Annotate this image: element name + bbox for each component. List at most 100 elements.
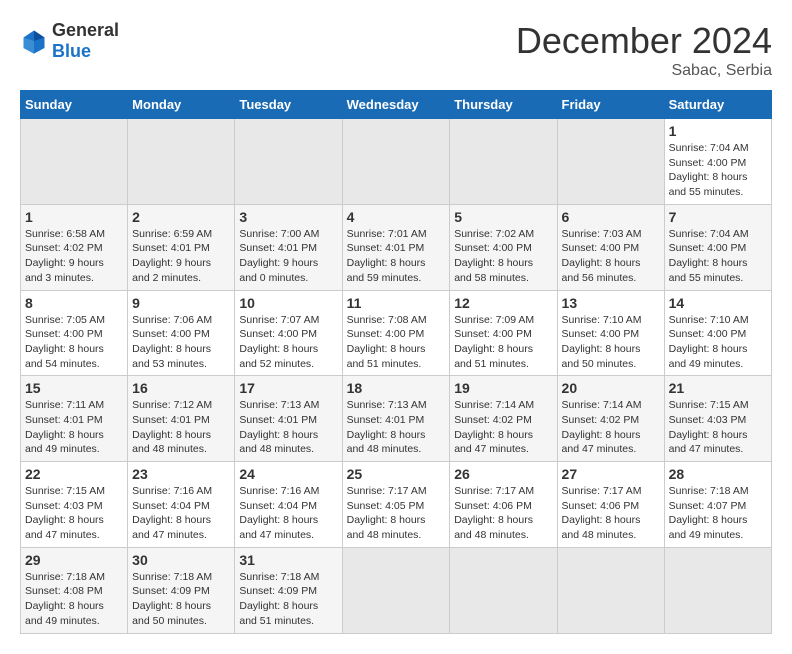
day-info: Sunrise: 7:17 AMSunset: 4:05 PMDaylight:…	[347, 484, 446, 543]
calendar-cell: 5 Sunrise: 7:02 AMSunset: 4:00 PMDayligh…	[450, 204, 557, 290]
day-number: 27	[562, 466, 660, 482]
day-info: Sunrise: 6:59 AMSunset: 4:01 PMDaylight:…	[132, 227, 230, 286]
day-number: 20	[562, 380, 660, 396]
weekday-header-friday: Friday	[557, 91, 664, 119]
weekday-header-sunday: Sunday	[21, 91, 128, 119]
day-info: Sunrise: 7:01 AMSunset: 4:01 PMDaylight:…	[347, 227, 446, 286]
calendar-week-1: 1 Sunrise: 7:04 AMSunset: 4:00 PMDayligh…	[21, 119, 772, 205]
day-number: 14	[669, 295, 767, 311]
weekday-header-row: SundayMondayTuesdayWednesdayThursdayFrid…	[21, 91, 772, 119]
calendar-cell: 21 Sunrise: 7:15 AMSunset: 4:03 PMDaylig…	[664, 376, 771, 462]
day-number: 30	[132, 552, 230, 568]
day-info: Sunrise: 7:02 AMSunset: 4:00 PMDaylight:…	[454, 227, 552, 286]
calendar-cell: 7 Sunrise: 7:04 AMSunset: 4:00 PMDayligh…	[664, 204, 771, 290]
day-info: Sunrise: 7:10 AMSunset: 4:00 PMDaylight:…	[669, 313, 767, 372]
calendar-cell: 13 Sunrise: 7:10 AMSunset: 4:00 PMDaylig…	[557, 290, 664, 376]
logo: General Blue	[20, 20, 119, 62]
calendar-cell: 9 Sunrise: 7:06 AMSunset: 4:00 PMDayligh…	[128, 290, 235, 376]
calendar-cell: 11 Sunrise: 7:08 AMSunset: 4:00 PMDaylig…	[342, 290, 450, 376]
calendar-cell: 3 Sunrise: 7:00 AMSunset: 4:01 PMDayligh…	[235, 204, 342, 290]
day-number: 3	[239, 209, 337, 225]
weekday-header-tuesday: Tuesday	[235, 91, 342, 119]
calendar-week-3: 8 Sunrise: 7:05 AMSunset: 4:00 PMDayligh…	[21, 290, 772, 376]
day-number: 8	[25, 295, 123, 311]
day-info: Sunrise: 7:09 AMSunset: 4:00 PMDaylight:…	[454, 313, 552, 372]
calendar-cell: 23 Sunrise: 7:16 AMSunset: 4:04 PMDaylig…	[128, 462, 235, 548]
day-info: Sunrise: 7:13 AMSunset: 4:01 PMDaylight:…	[347, 398, 446, 457]
calendar-cell: 17 Sunrise: 7:13 AMSunset: 4:01 PMDaylig…	[235, 376, 342, 462]
day-info: Sunrise: 7:07 AMSunset: 4:00 PMDaylight:…	[239, 313, 337, 372]
calendar-cell	[557, 119, 664, 205]
day-info: Sunrise: 7:17 AMSunset: 4:06 PMDaylight:…	[454, 484, 552, 543]
calendar-cell: 27 Sunrise: 7:17 AMSunset: 4:06 PMDaylig…	[557, 462, 664, 548]
day-number: 26	[454, 466, 552, 482]
day-number: 4	[347, 209, 446, 225]
calendar-week-5: 22 Sunrise: 7:15 AMSunset: 4:03 PMDaylig…	[21, 462, 772, 548]
day-info: Sunrise: 7:15 AMSunset: 4:03 PMDaylight:…	[669, 398, 767, 457]
calendar-cell: 4 Sunrise: 7:01 AMSunset: 4:01 PMDayligh…	[342, 204, 450, 290]
calendar-cell	[21, 119, 128, 205]
day-number: 31	[239, 552, 337, 568]
calendar-cell: 16 Sunrise: 7:12 AMSunset: 4:01 PMDaylig…	[128, 376, 235, 462]
calendar-cell	[450, 547, 557, 633]
calendar-week-2: 1 Sunrise: 6:58 AMSunset: 4:02 PMDayligh…	[21, 204, 772, 290]
day-number: 10	[239, 295, 337, 311]
weekday-header-monday: Monday	[128, 91, 235, 119]
calendar-cell: 29 Sunrise: 7:18 AMSunset: 4:08 PMDaylig…	[21, 547, 128, 633]
calendar-cell: 19 Sunrise: 7:14 AMSunset: 4:02 PMDaylig…	[450, 376, 557, 462]
calendar-cell: 30 Sunrise: 7:18 AMSunset: 4:09 PMDaylig…	[128, 547, 235, 633]
calendar-cell: 8 Sunrise: 7:05 AMSunset: 4:00 PMDayligh…	[21, 290, 128, 376]
calendar-cell	[235, 119, 342, 205]
calendar-week-4: 15 Sunrise: 7:11 AMSunset: 4:01 PMDaylig…	[21, 376, 772, 462]
calendar-cell	[342, 547, 450, 633]
day-info: Sunrise: 7:05 AMSunset: 4:00 PMDaylight:…	[25, 313, 123, 372]
calendar-cell	[342, 119, 450, 205]
calendar-cell	[557, 547, 664, 633]
day-info: Sunrise: 7:03 AMSunset: 4:00 PMDaylight:…	[562, 227, 660, 286]
calendar-cell: 18 Sunrise: 7:13 AMSunset: 4:01 PMDaylig…	[342, 376, 450, 462]
logo-icon	[20, 27, 48, 55]
day-number: 22	[25, 466, 123, 482]
day-info: Sunrise: 7:06 AMSunset: 4:00 PMDaylight:…	[132, 313, 230, 372]
calendar-cell: 2 Sunrise: 6:59 AMSunset: 4:01 PMDayligh…	[128, 204, 235, 290]
day-number: 1	[25, 209, 123, 225]
day-info: Sunrise: 7:18 AMSunset: 4:07 PMDaylight:…	[669, 484, 767, 543]
day-info: Sunrise: 7:12 AMSunset: 4:01 PMDaylight:…	[132, 398, 230, 457]
calendar-cell: 26 Sunrise: 7:17 AMSunset: 4:06 PMDaylig…	[450, 462, 557, 548]
calendar-cell: 20 Sunrise: 7:14 AMSunset: 4:02 PMDaylig…	[557, 376, 664, 462]
page-header: General Blue December 2024 Sabac, Serbia	[20, 20, 772, 80]
day-info: Sunrise: 7:08 AMSunset: 4:00 PMDaylight:…	[347, 313, 446, 372]
day-number: 12	[454, 295, 552, 311]
calendar-cell: 12 Sunrise: 7:09 AMSunset: 4:00 PMDaylig…	[450, 290, 557, 376]
day-info: Sunrise: 7:14 AMSunset: 4:02 PMDaylight:…	[562, 398, 660, 457]
title-area: December 2024 Sabac, Serbia	[516, 20, 772, 80]
day-number: 13	[562, 295, 660, 311]
day-info: Sunrise: 7:04 AMSunset: 4:00 PMDaylight:…	[669, 141, 767, 200]
calendar-cell: 10 Sunrise: 7:07 AMSunset: 4:00 PMDaylig…	[235, 290, 342, 376]
day-info: Sunrise: 7:11 AMSunset: 4:01 PMDaylight:…	[25, 398, 123, 457]
day-info: Sunrise: 7:14 AMSunset: 4:02 PMDaylight:…	[454, 398, 552, 457]
day-info: Sunrise: 7:04 AMSunset: 4:00 PMDaylight:…	[669, 227, 767, 286]
calendar-cell: 1 Sunrise: 7:04 AMSunset: 4:00 PMDayligh…	[664, 119, 771, 205]
day-number: 25	[347, 466, 446, 482]
calendar-cell: 22 Sunrise: 7:15 AMSunset: 4:03 PMDaylig…	[21, 462, 128, 548]
location-title: Sabac, Serbia	[516, 62, 772, 80]
calendar-cell: 31 Sunrise: 7:18 AMSunset: 4:09 PMDaylig…	[235, 547, 342, 633]
calendar-cell: 15 Sunrise: 7:11 AMSunset: 4:01 PMDaylig…	[21, 376, 128, 462]
day-info: Sunrise: 7:18 AMSunset: 4:09 PMDaylight:…	[132, 570, 230, 629]
day-info: Sunrise: 7:18 AMSunset: 4:09 PMDaylight:…	[239, 570, 337, 629]
day-number: 19	[454, 380, 552, 396]
calendar-cell: 24 Sunrise: 7:16 AMSunset: 4:04 PMDaylig…	[235, 462, 342, 548]
day-info: Sunrise: 7:00 AMSunset: 4:01 PMDaylight:…	[239, 227, 337, 286]
day-number: 11	[347, 295, 446, 311]
calendar-cell: 6 Sunrise: 7:03 AMSunset: 4:00 PMDayligh…	[557, 204, 664, 290]
calendar-cell	[128, 119, 235, 205]
day-number: 15	[25, 380, 123, 396]
day-info: Sunrise: 7:16 AMSunset: 4:04 PMDaylight:…	[239, 484, 337, 543]
weekday-header-thursday: Thursday	[450, 91, 557, 119]
day-info: Sunrise: 7:16 AMSunset: 4:04 PMDaylight:…	[132, 484, 230, 543]
day-number: 7	[669, 209, 767, 225]
day-number: 9	[132, 295, 230, 311]
calendar-cell: 25 Sunrise: 7:17 AMSunset: 4:05 PMDaylig…	[342, 462, 450, 548]
calendar-week-6: 29 Sunrise: 7:18 AMSunset: 4:08 PMDaylig…	[21, 547, 772, 633]
